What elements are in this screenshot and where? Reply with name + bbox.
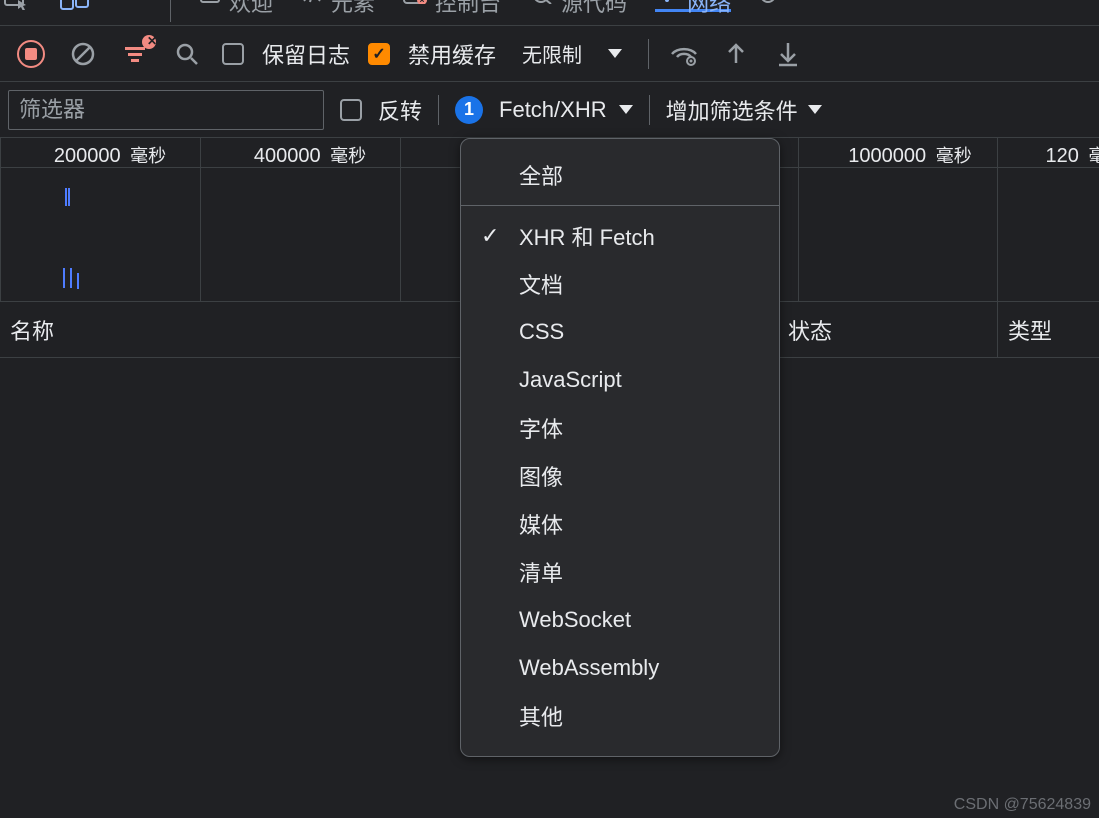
separator	[649, 95, 650, 125]
chevron-down-icon	[808, 105, 822, 114]
filter-bar: 反转 1 Fetch/XHR 增加筛选条件	[0, 82, 1099, 138]
dropdown-item[interactable]: CSS	[461, 308, 779, 356]
column-type[interactable]: 类型	[998, 302, 1099, 357]
tab-device-toggle[interactable]	[60, 0, 90, 16]
tab-icon-left1[interactable]	[4, 0, 32, 16]
dropdown-item[interactable]: 文档	[461, 260, 779, 308]
request-mark	[70, 268, 72, 288]
tab-cut-right[interactable]	[759, 0, 777, 12]
throttling-value: 无限制	[522, 39, 582, 68]
gridline	[0, 138, 1, 301]
request-mark	[63, 268, 65, 288]
separator	[461, 205, 779, 206]
dropdown-item[interactable]: JavaScript	[461, 356, 779, 404]
console-icon	[403, 0, 427, 4]
clear-button[interactable]	[66, 37, 100, 71]
disable-cache-checkbox[interactable]	[368, 43, 390, 65]
type-filter-label: Fetch/XHR	[499, 97, 607, 123]
throttling-select[interactable]: 无限制	[514, 39, 630, 68]
network-toolbar: ✕ 保留日志 禁用缓存 无限制	[0, 26, 1099, 82]
type-filter-dropdown[interactable]: Fetch/XHR	[499, 97, 633, 123]
dropdown-item[interactable]: 其他	[461, 692, 779, 740]
tab-label: 元素	[331, 0, 375, 18]
preserve-log-label: 保留日志	[262, 38, 350, 70]
device-icon	[60, 0, 90, 10]
kebab-icon	[118, 0, 142, 2]
tab-sources[interactable]: 源代码	[529, 0, 627, 12]
search-button[interactable]	[170, 37, 204, 71]
tab-network[interactable]: 网络	[655, 0, 731, 12]
dropdown-item-all[interactable]: 全部	[461, 151, 779, 199]
tab-more-left[interactable]	[118, 0, 142, 16]
gridline	[798, 138, 799, 301]
dropdown-item[interactable]: 图像	[461, 452, 779, 500]
separator	[438, 95, 439, 125]
separator	[170, 0, 171, 22]
tab-elements[interactable]: 元素	[301, 0, 375, 12]
watermark: CSDN @75624839	[954, 796, 1091, 814]
timeline-tick: 200000 毫秒	[54, 142, 166, 168]
timeline-tick: 400000 毫秒	[254, 142, 366, 168]
record-button[interactable]	[14, 37, 48, 71]
chevron-down-icon	[619, 105, 633, 114]
wifi-gear-icon	[670, 42, 698, 66]
tab-welcome[interactable]: 欢迎	[199, 0, 273, 12]
tab-label: 网络	[687, 0, 731, 18]
import-har-button[interactable]	[771, 37, 805, 71]
dropdown-item[interactable]: WebAssembly	[461, 644, 779, 692]
request-type-dropdown: 全部 XHR 和 Fetch文档CSSJavaScript字体图像媒体清单Web…	[460, 138, 780, 757]
inspect-icon	[4, 0, 32, 10]
disable-cache-label: 禁用缓存	[408, 38, 496, 70]
request-mark	[65, 188, 67, 206]
dropdown-item[interactable]: WebSocket	[461, 596, 779, 644]
search-icon	[174, 41, 200, 67]
dropdown-item[interactable]: 媒体	[461, 500, 779, 548]
network-conditions-button[interactable]	[667, 37, 701, 71]
invert-label: 反转	[378, 94, 422, 126]
export-har-button[interactable]	[719, 37, 753, 71]
more-filters-dropdown[interactable]: 增加筛选条件	[666, 94, 822, 126]
more-filters-label: 增加筛选条件	[666, 94, 798, 126]
network-icon	[655, 0, 679, 4]
sources-icon	[529, 0, 553, 4]
tab-console[interactable]: 控制台	[403, 0, 501, 12]
gridline	[400, 138, 401, 301]
gridline	[997, 138, 998, 301]
panel-tabstrip: 欢迎 元素 控制台 源代码 网络	[0, 0, 1099, 26]
request-mark	[68, 188, 70, 206]
request-mark	[77, 273, 79, 289]
download-icon	[777, 41, 799, 67]
perf-icon	[759, 0, 777, 4]
timeline-tick: 1000000 毫秒	[848, 142, 971, 168]
tab-label: 欢迎	[229, 0, 273, 18]
dropdown-item[interactable]: 清单	[461, 548, 779, 596]
upload-icon	[725, 41, 747, 67]
preserve-log-checkbox[interactable]	[222, 43, 244, 65]
timeline-tick: 120 毫秒	[1046, 142, 1099, 168]
elements-icon	[301, 0, 323, 4]
filter-input[interactable]	[8, 90, 324, 130]
dropdown-item[interactable]: XHR 和 Fetch	[461, 212, 779, 260]
tab-label: 控制台	[435, 0, 501, 18]
separator	[648, 39, 649, 69]
tab-label: 源代码	[561, 0, 627, 18]
chevron-down-icon	[608, 49, 622, 58]
welcome-icon	[199, 0, 221, 4]
invert-checkbox[interactable]	[340, 99, 362, 121]
column-status[interactable]: 状态	[778, 302, 998, 357]
gridline	[200, 138, 201, 301]
type-filter-count: 1	[455, 96, 483, 124]
dropdown-item[interactable]: 字体	[461, 404, 779, 452]
filter-toggle-button[interactable]: ✕	[118, 37, 152, 71]
